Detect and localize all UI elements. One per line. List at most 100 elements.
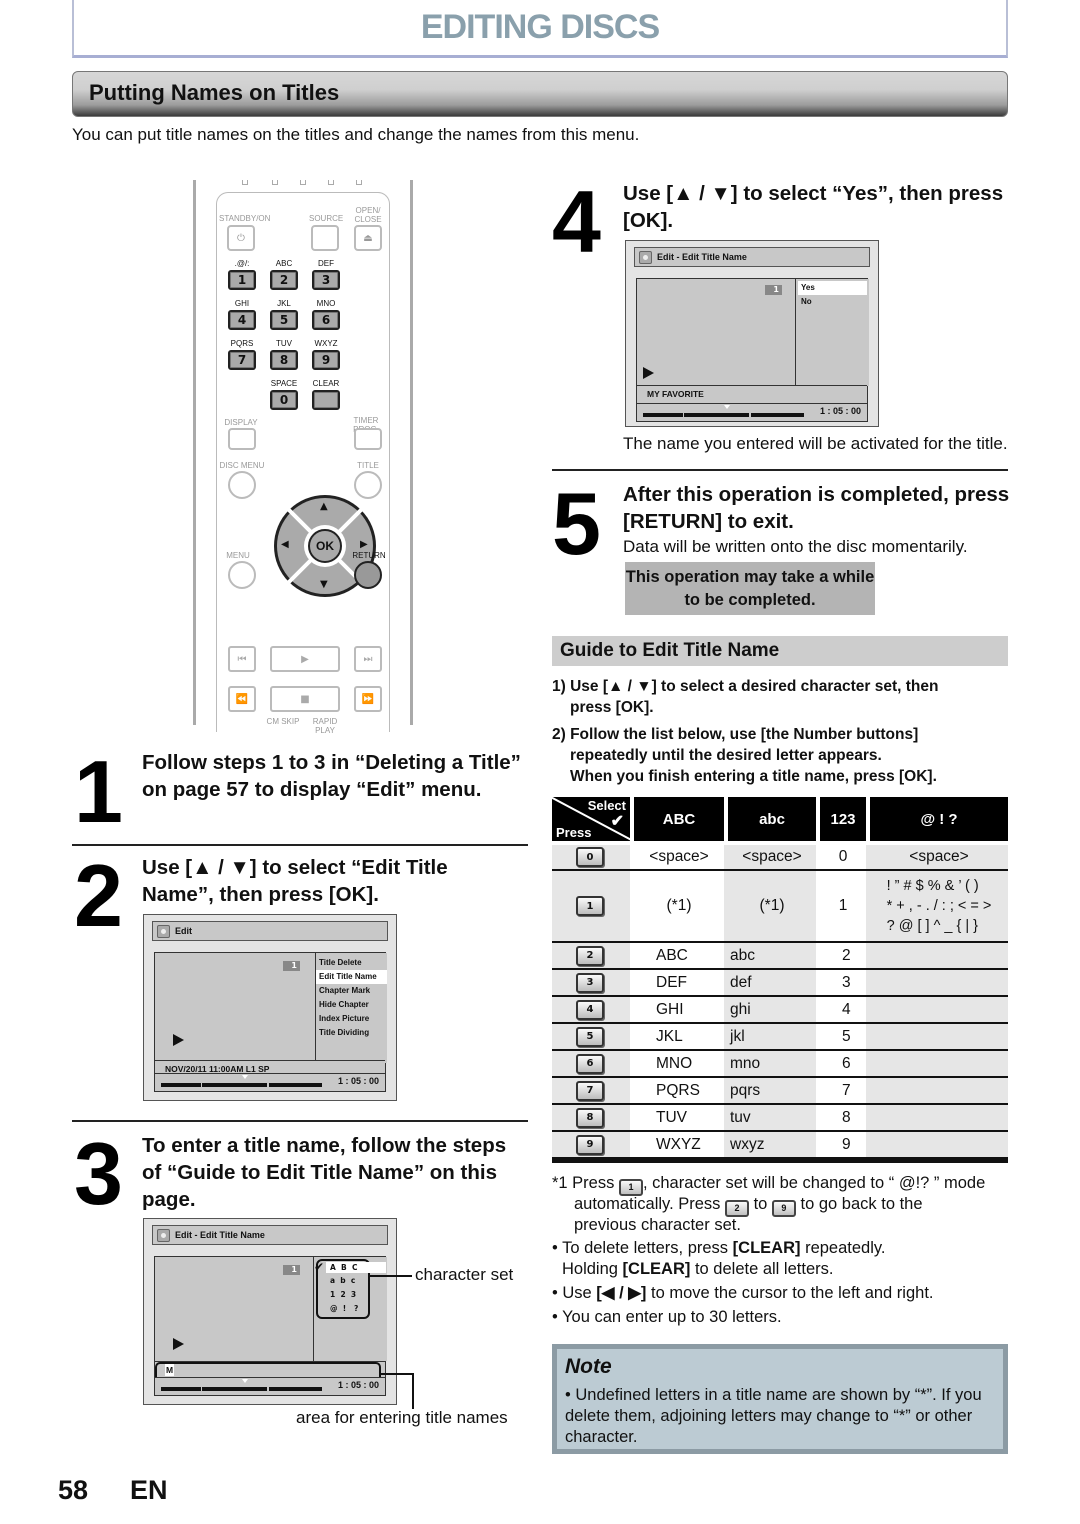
- key-3-icon: 3: [576, 972, 604, 993]
- display-button[interactable]: [228, 428, 256, 450]
- menu-item-index-picture[interactable]: Index Picture: [316, 1012, 387, 1026]
- option-yes[interactable]: Yes: [798, 281, 867, 295]
- step-4-text: Use [▲ / ▼] to select “Yes”, then press …: [623, 182, 1004, 232]
- osd-progress-bar: 1 : 05 : 00: [155, 1377, 385, 1395]
- progress-segment: [161, 1083, 201, 1087]
- open-close-button[interactable]: ⏏: [354, 225, 382, 251]
- key-1-button[interactable]: 1: [228, 270, 256, 290]
- rewind-button[interactable]: ⏪: [228, 686, 256, 712]
- key-letters: PQRS: [230, 339, 254, 348]
- footnote-1-cont: previous character set.: [574, 1216, 741, 1234]
- note-box: Note • Undefined letters in a title name…: [552, 1344, 1008, 1454]
- key-2-icon: 2: [576, 945, 604, 966]
- key-9-button[interactable]: 9: [312, 350, 340, 370]
- table-cell: PQRS: [656, 1081, 700, 1099]
- title-button[interactable]: [354, 471, 382, 499]
- table-bottom-border: [552, 1157, 1008, 1163]
- remote-control: STANDBY/ON SOURCE OPEN/ CLOSE ⏻ ⏏ .@/: A…: [193, 180, 413, 735]
- menu-item-title-dividing[interactable]: Title Dividing: [316, 1026, 387, 1040]
- entry-text: M: [165, 1364, 175, 1376]
- osd-title-bar: Edit: [152, 921, 388, 941]
- osd-progress-bar: 1 : 05 : 00: [155, 1073, 385, 1091]
- remote-notch: [272, 180, 278, 185]
- fast-forward-button[interactable]: ⏩: [354, 686, 382, 712]
- footnote-text: to: [749, 1195, 772, 1213]
- key-7-button[interactable]: 7: [228, 350, 256, 370]
- menu-button[interactable]: [228, 561, 256, 589]
- menu-item-edit-title-name[interactable]: Edit Title Name: [316, 970, 387, 984]
- remote-notch: [356, 180, 362, 185]
- charset-option-uppercase[interactable]: A B C: [326, 1262, 386, 1273]
- key-6-icon: 6: [576, 1053, 604, 1074]
- source-button[interactable]: [311, 225, 339, 251]
- return-button[interactable]: [354, 561, 382, 589]
- section-title: Putting Names on Titles: [89, 80, 340, 105]
- callout-entry-area: area for entering title names: [296, 1408, 508, 1427]
- step-3-text: To enter a title name, follow the steps …: [142, 1134, 507, 1211]
- table-cell: JKL: [656, 1027, 683, 1045]
- ok-button[interactable]: OK: [308, 529, 342, 563]
- play-icon: [173, 1034, 184, 1046]
- option-no[interactable]: No: [798, 295, 867, 309]
- key-2-button[interactable]: 2: [270, 270, 298, 290]
- key-4-icon: 4: [576, 999, 604, 1020]
- key-5-button[interactable]: 5: [270, 310, 298, 330]
- disc-menu-button[interactable]: [228, 471, 256, 499]
- divider: [72, 844, 528, 846]
- key-4-button[interactable]: 4: [228, 310, 256, 330]
- label-close: CLOSE: [354, 215, 382, 224]
- table-cell: 6: [842, 1054, 851, 1072]
- charset-option-numbers[interactable]: 1 2 3: [330, 1290, 356, 1299]
- key-9-icon: 9: [771, 1200, 796, 1217]
- key-7-icon: 7: [576, 1080, 604, 1101]
- key-3-button[interactable]: 3: [312, 270, 340, 290]
- page-language: EN: [130, 1475, 168, 1505]
- table-cell: DEF: [656, 973, 687, 991]
- charset-option-lowercase[interactable]: a b c: [330, 1276, 355, 1285]
- label-open: OPEN/: [355, 206, 381, 215]
- table-cell: def: [730, 973, 752, 991]
- menu-item-title-delete[interactable]: Title Delete: [316, 956, 387, 970]
- key-letters: ABC: [275, 259, 293, 268]
- checkmark-icon: ✔: [610, 813, 624, 830]
- key-letters: SPACE: [270, 379, 298, 388]
- key-0-button[interactable]: 0: [270, 390, 298, 410]
- clear-button[interactable]: [312, 390, 340, 410]
- left-arrow-icon[interactable]: ◀: [281, 539, 289, 550]
- menu-item-hide-chapter[interactable]: Hide Chapter: [316, 998, 387, 1012]
- right-arrow-icon[interactable]: ▶: [360, 539, 368, 550]
- down-arrow-icon[interactable]: ▼: [320, 579, 328, 590]
- guide-step-1-cont: press [OK].: [570, 699, 654, 716]
- progress-segment: [269, 1083, 322, 1087]
- position-marker-icon: [724, 405, 730, 409]
- key-6-button[interactable]: 6: [312, 310, 340, 330]
- menu-item-chapter-mark[interactable]: Chapter Mark: [316, 984, 387, 998]
- timer-prog-button[interactable]: [354, 428, 382, 450]
- bullet-bold: [CLEAR]: [622, 1260, 691, 1278]
- title-entry-area[interactable]: M: [155, 1361, 385, 1382]
- osd-time: 1 : 05 : 00: [337, 1380, 379, 1390]
- key-5-icon: 5: [576, 1026, 604, 1047]
- label-title: TITLE: [357, 461, 379, 470]
- play-button[interactable]: ▶: [270, 646, 340, 672]
- table-cell: tuv: [730, 1108, 751, 1126]
- key-8-icon: 8: [576, 1107, 604, 1128]
- skip-back-icon: ⏮: [237, 653, 247, 665]
- callout-line: [380, 1373, 414, 1375]
- header-uppercase: ABC: [634, 797, 724, 841]
- osd-time: 1 : 05 : 00: [337, 1076, 379, 1086]
- table-cell: [870, 943, 1008, 968]
- skip-back-button[interactable]: ⏮: [228, 646, 256, 672]
- osd-status: MY FAVORITE: [637, 385, 867, 402]
- step-2-text: Use [▲ / ▼] to select “Edit Title Name”,…: [142, 856, 448, 906]
- progress-segment: [684, 413, 749, 417]
- step-3-number: 3: [74, 1124, 123, 1223]
- charset-option-symbols[interactable]: @ ! ?: [330, 1304, 358, 1313]
- osd-title: Edit: [175, 926, 192, 936]
- power-button[interactable]: ⏻: [227, 225, 255, 251]
- up-arrow-icon[interactable]: ▲: [320, 501, 328, 512]
- skip-forward-button[interactable]: ⏭: [354, 646, 382, 672]
- key-8-button[interactable]: 8: [270, 350, 298, 370]
- table-cell: abc: [730, 946, 755, 964]
- stop-button[interactable]: ■: [270, 686, 340, 712]
